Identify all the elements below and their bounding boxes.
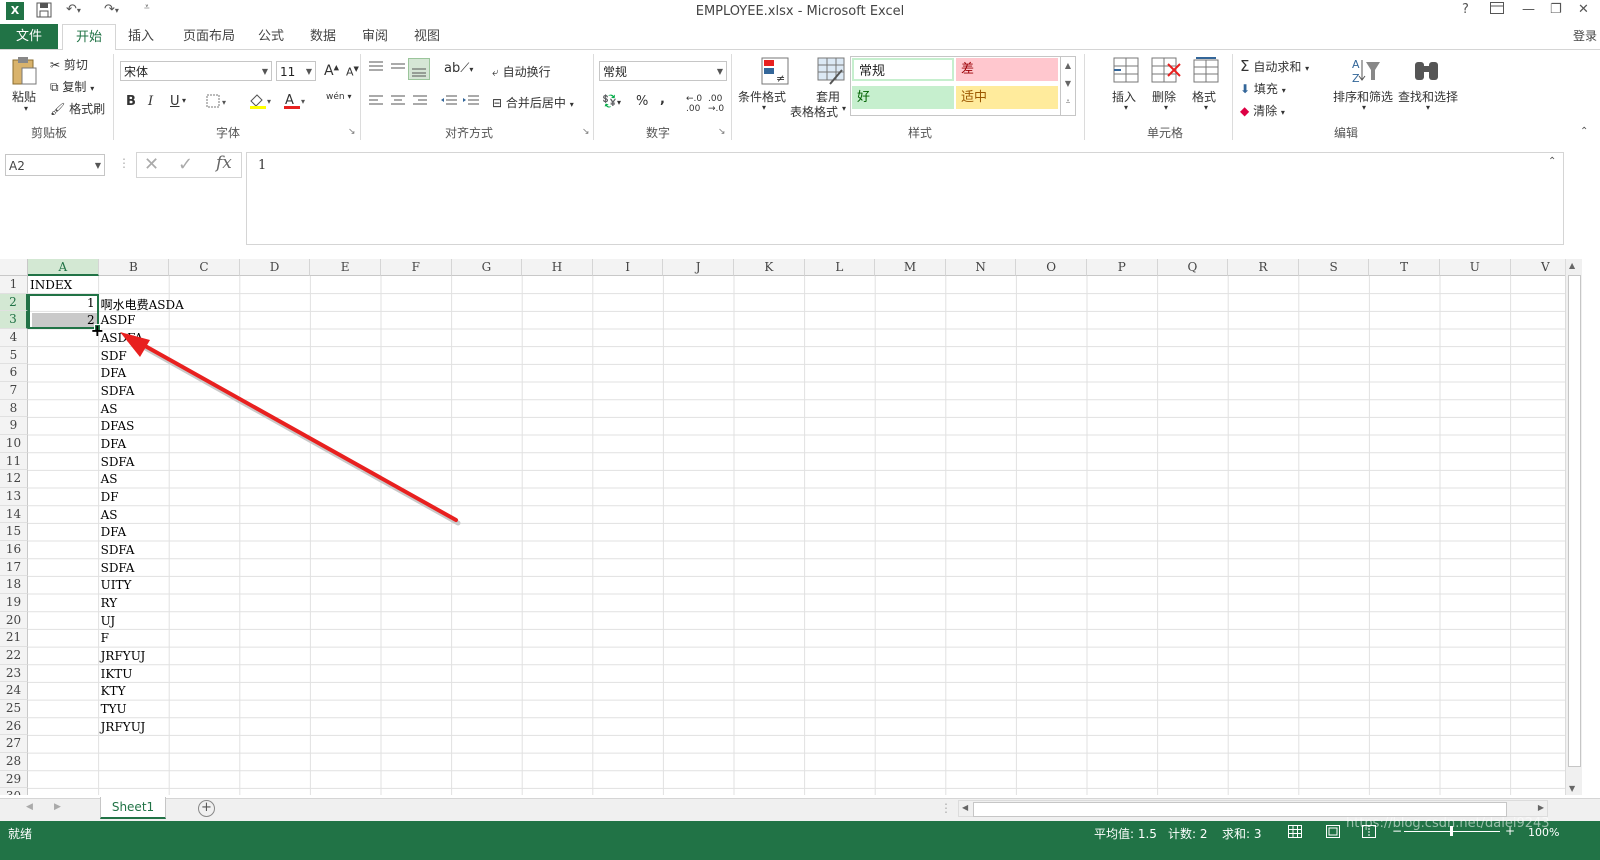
next-sheet-icon[interactable]: ▶ — [54, 802, 61, 812]
scroll-thumb[interactable] — [973, 802, 1507, 817]
status-ready: 就绪 — [8, 827, 33, 841]
status-sum: 求和: 3 — [1222, 827, 1262, 841]
page-layout-view-icon[interactable] — [1326, 825, 1340, 841]
prev-sheet-icon[interactable]: ◀ — [26, 802, 33, 812]
horizontal-scrollbar[interactable]: ◀ ▶ — [958, 800, 1548, 817]
sheet-tab-sheet1[interactable]: Sheet1 — [100, 797, 166, 819]
add-sheet-button[interactable]: + — [198, 800, 215, 817]
split-handle-icon[interactable]: ⋮ — [940, 801, 952, 815]
annotation-arrow — [120, 332, 461, 526]
status-count: 计数: 2 — [1168, 827, 1208, 841]
watermark-text: https://blog.csdn.net/dalei9243 — [1346, 816, 1550, 831]
status-average: 平均值: 1.5 — [1094, 827, 1157, 841]
scroll-left-icon[interactable]: ◀ — [962, 803, 968, 812]
scroll-right-icon[interactable]: ▶ — [1538, 803, 1544, 812]
normal-view-icon[interactable] — [1288, 825, 1302, 841]
